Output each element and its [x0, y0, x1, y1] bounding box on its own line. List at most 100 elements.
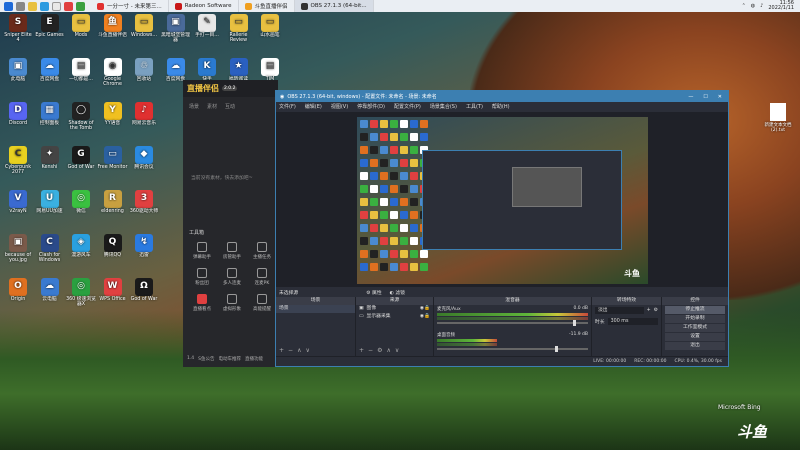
desktop-icon[interactable]: ♲ 回收站 [129, 58, 159, 82]
footer-link[interactable]: S鱼公告 [198, 356, 214, 362]
visibility-eye-icon[interactable]: ◉🔒 [420, 313, 433, 321]
network-icon[interactable]: ◍ [751, 3, 755, 9]
chrome-icon[interactable] [52, 1, 61, 11]
desktop-icon[interactable]: ▭ 山水画笔 [255, 14, 285, 38]
obs-menu-item[interactable]: 停靠部件(D) [357, 103, 385, 110]
desktop-icon[interactable]: ▤TIM [255, 58, 285, 82]
control-button[interactable]: 开始录制 [665, 315, 725, 323]
scene-item[interactable]: 场景 [276, 305, 355, 313]
clock[interactable]: 11:56 2022/1/11 [768, 0, 794, 12]
desktop-icon[interactable]: ♪ 网易云音乐 [129, 102, 159, 126]
taskbar-window-tab[interactable]: OBS 27.1.3 (64-bit... [294, 0, 374, 12]
stream-app-tab[interactable]: 素材 [207, 103, 217, 110]
desktop-icon[interactable]: C Clash for Windows [35, 234, 65, 263]
desktop-icon[interactable]: Ω God of War [129, 278, 159, 302]
down-icon[interactable]: ∨ [395, 347, 399, 354]
desktop-icon[interactable]: ★福昕阅读 [224, 58, 254, 82]
volume-slider[interactable] [437, 320, 588, 326]
obs-menu-item[interactable]: 配置文件(P) [394, 103, 421, 110]
toolbox-item[interactable]: 高能提醒 [247, 294, 277, 312]
obs-menu-item[interactable]: 工具(T) [466, 103, 483, 110]
windows-start-icon[interactable] [4, 1, 13, 11]
desktop-icon[interactable]: ▦ 控制面板 [35, 102, 65, 126]
source-item[interactable]: ▣ 图像 ◉🔒 [356, 305, 433, 313]
obs-preview-area[interactable]: 斗鱼 [276, 112, 728, 287]
control-button[interactable]: 工作室模式 [665, 324, 725, 332]
up-icon[interactable]: ∧ [297, 347, 301, 354]
down-icon[interactable]: ∨ [305, 347, 309, 354]
footer-link[interactable]: 电动车推荐 [219, 356, 242, 362]
toolbox-item[interactable]: 房管助手 [217, 242, 247, 260]
volume-slider[interactable] [437, 346, 588, 352]
taskbar-window-tab[interactable]: 斗鱼直播伴侣 [239, 0, 295, 12]
desktop-icon[interactable]: ◈ 漫游风车 [66, 234, 96, 258]
add-icon[interactable]: + [647, 308, 651, 313]
toolbox-item[interactable]: 连麦PK [247, 268, 277, 286]
visibility-eye-icon[interactable]: ◉🔒 [420, 305, 433, 313]
desktop-icon[interactable]: ☁ 百度网盘 [35, 58, 65, 82]
stream-app-tab[interactable]: 互动 [225, 103, 235, 110]
desktop-icon[interactable]: K快手 [192, 58, 222, 82]
edge-icon[interactable] [40, 1, 49, 11]
desktop-icon[interactable]: O Origin [3, 278, 33, 302]
transition-type-select[interactable]: 淡出 [595, 307, 644, 314]
maximize-icon[interactable]: ☐ [703, 94, 707, 100]
desktop-icon[interactable]: Y YY语音 [98, 102, 128, 126]
stream-app-tab[interactable]: 场景 [189, 103, 199, 110]
desktop-icon[interactable]: C Cyberpunk 2077 [3, 146, 33, 175]
volume-slider-handle[interactable] [555, 346, 558, 352]
control-button[interactable]: 设置 [665, 333, 725, 341]
desktop-icon[interactable]: ☁ 百度网盘 [161, 58, 191, 82]
desktop-icon[interactable]: ◎ 360 极速浏览器X [66, 278, 96, 307]
desktop-icon[interactable]: ▣ 此电脑 [3, 58, 33, 82]
desktop-icon[interactable]: ◆ 腾讯会议 [129, 146, 159, 170]
close-icon[interactable]: ✕ [718, 94, 722, 100]
taskbar-window-tab[interactable]: Radeon Software [169, 0, 239, 12]
desktop-icon[interactable]: S Sniper Elite 4 [3, 14, 33, 43]
gear-icon[interactable]: ⚙ [377, 347, 382, 354]
desktop-icon[interactable]: Vv2rayN [3, 190, 33, 214]
filters-button[interactable]: ◐ 滤镜 [390, 289, 405, 296]
desktop-icon[interactable]: 3 360驱动大师 [129, 190, 159, 214]
gear-icon[interactable]: ⚙ [654, 308, 658, 313]
desktop-icon[interactable]: Reldenring [98, 190, 128, 214]
toolbox-item[interactable]: 直播看点 [187, 294, 217, 312]
control-button[interactable]: 停止推流 [665, 306, 725, 314]
toolbox-item[interactable]: 多人连麦 [217, 268, 247, 286]
desktop-icon[interactable]: ▭ Free Monitor [98, 146, 128, 170]
up-icon[interactable]: ∧ [386, 347, 390, 354]
desktop-icon[interactable]: ☁ 云电脑 [35, 278, 65, 302]
desktop-icon[interactable]: W WPS Office [98, 278, 128, 302]
footer-link[interactable]: 直播功能 [245, 356, 263, 362]
source-item[interactable]: ▭ 显示器采集 ◉🔒 [356, 313, 433, 321]
file-explorer-icon[interactable] [28, 1, 37, 11]
taskbar-window-tab[interactable]: 一分一寸 - 未来第三... [91, 0, 169, 12]
control-button[interactable]: 退出 [665, 342, 725, 350]
obs-menu-item[interactable]: 帮助(H) [492, 103, 510, 110]
desktop-icon[interactable]: ▣ 黑暗城堡管理器 [161, 14, 191, 43]
toolbox-item[interactable]: 虚拟形象 [217, 294, 247, 312]
add-icon[interactable]: + [279, 347, 284, 354]
desktop-icon[interactable]: ▤ 一切都是... [66, 58, 96, 82]
desktop-icon[interactable]: U 网易UU加速 [35, 190, 65, 214]
remove-icon[interactable]: − [368, 347, 373, 354]
obs-menu-item[interactable]: 编辑(E) [305, 103, 322, 110]
desktop-icon[interactable]: ✎ 手打一目... [192, 14, 222, 38]
search-icon[interactable] [16, 1, 25, 11]
obs-title-bar[interactable]: ◉ OBS 27.1.3 (64-bit, windows) - 配置文件: 未… [276, 91, 728, 102]
desktop-icon[interactable]: ▭ Windows... [129, 14, 159, 38]
footer-link[interactable]: 1.4 [187, 356, 194, 362]
tray-chevron-icon[interactable]: ⌃ [742, 3, 746, 9]
obs-menu-item[interactable]: 场景集合(S) [430, 103, 457, 110]
obs-preview-canvas[interactable]: 斗鱼 [357, 117, 648, 284]
desktop-icon[interactable]: D Discord [3, 102, 33, 126]
desktop-icon[interactable]: ↯ 迅雷 [129, 234, 159, 258]
desktop-icon[interactable]: E Epic Games [35, 14, 65, 38]
toolbox-item[interactable]: 粉丝团 [187, 268, 217, 286]
desktop-icon[interactable]: ✦ Kenshi [35, 146, 65, 170]
toolbox-item[interactable]: 弹幕助手 [187, 242, 217, 260]
wechat-icon[interactable] [76, 1, 85, 11]
duration-input[interactable]: 300 ms [607, 318, 658, 325]
desktop-icon[interactable]: ▭ Rallerie Review [224, 14, 254, 43]
app-icon[interactable] [64, 1, 73, 11]
